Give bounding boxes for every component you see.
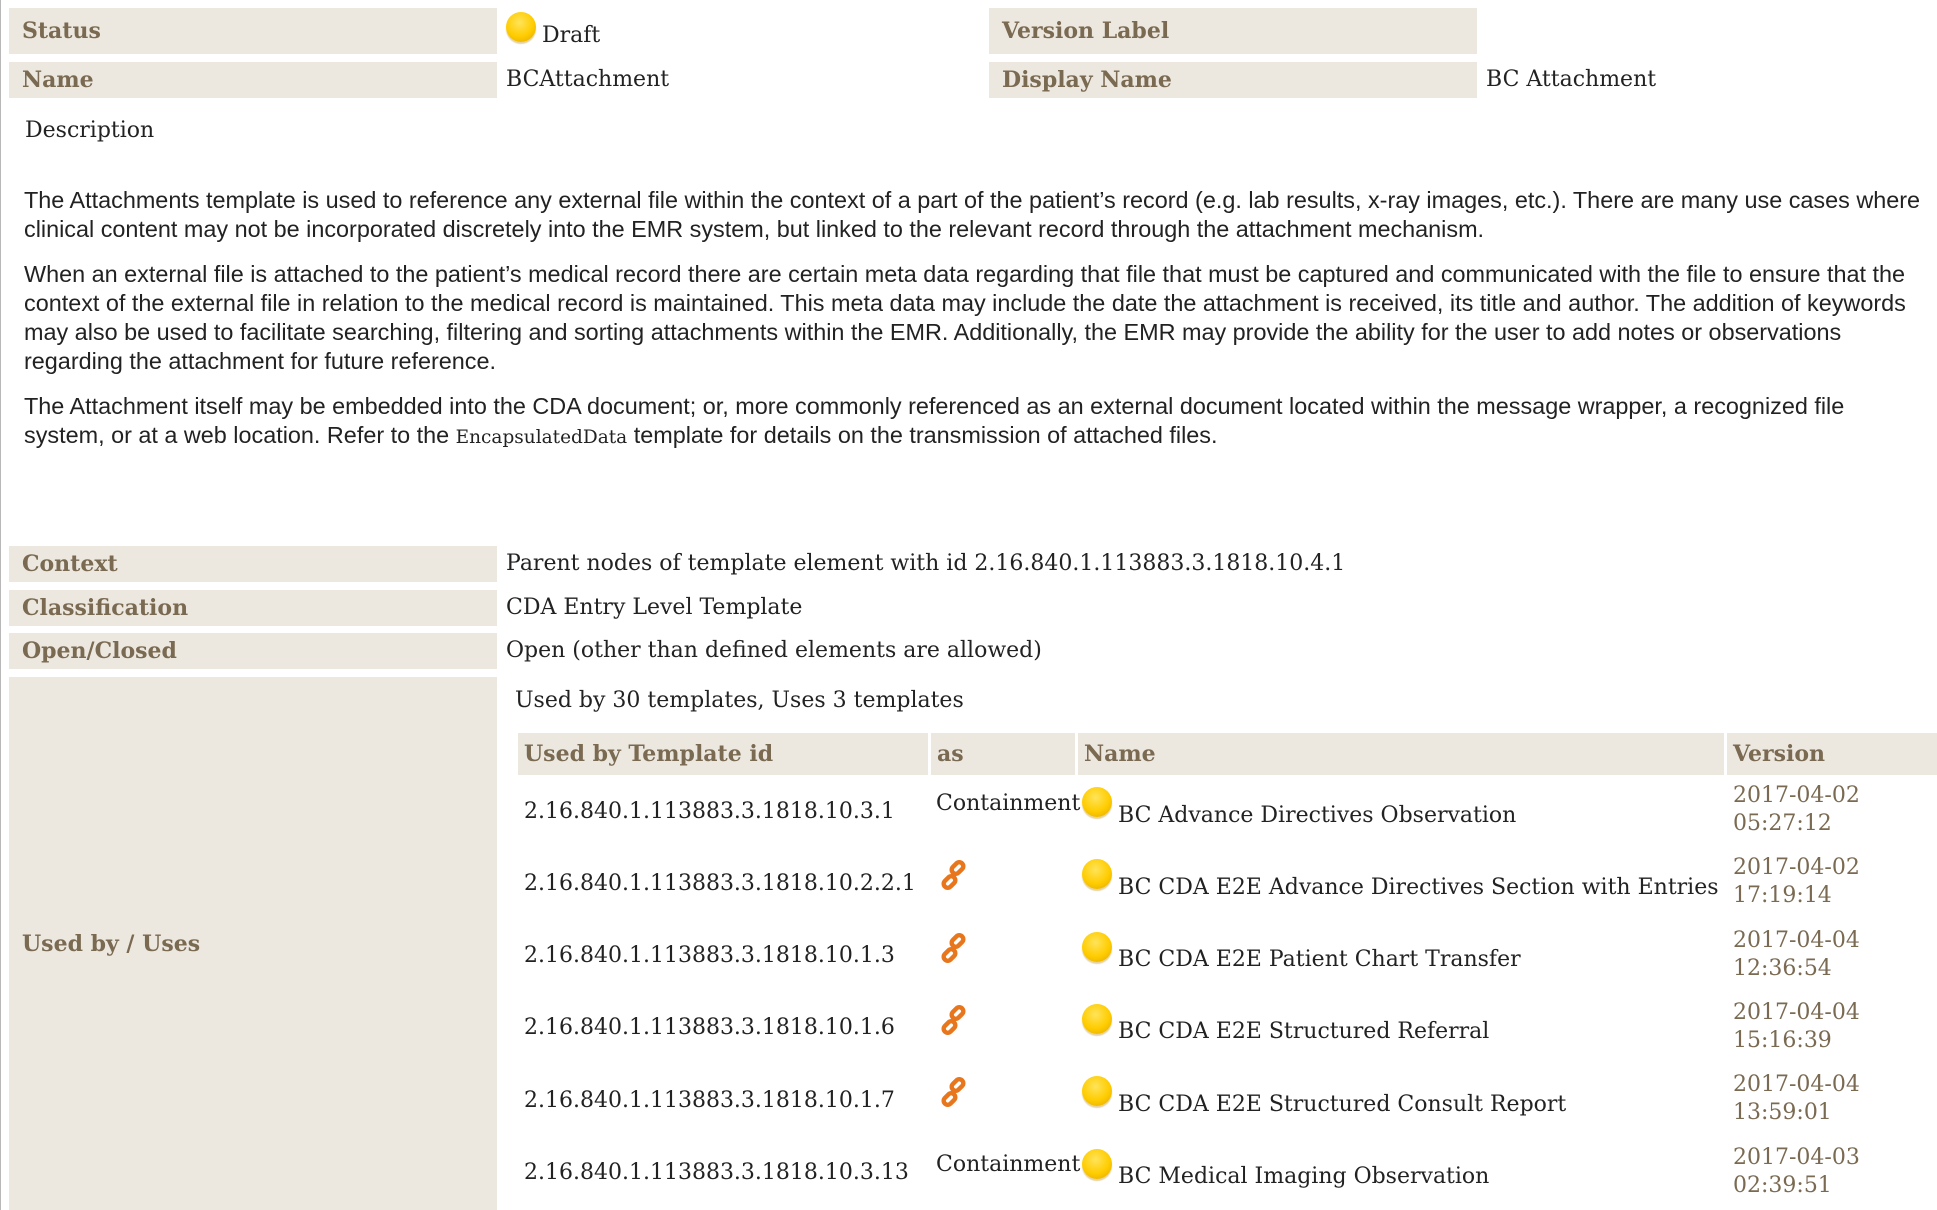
template-name[interactable]: BC CDA E2E Patient Chart Transfer bbox=[1118, 947, 1521, 972]
version-cell: 2017-04-02 05:27:12 bbox=[1733, 781, 1860, 839]
description-heading: Description bbox=[25, 118, 155, 143]
context-label: Context bbox=[9, 546, 497, 582]
link-icon[interactable] bbox=[936, 1071, 972, 1129]
display-name-label: Display Name bbox=[989, 62, 1477, 98]
version-date: 2017-04-04 bbox=[1733, 999, 1860, 1025]
version-date: 2017-04-04 bbox=[1733, 927, 1860, 953]
draft-status-dot-icon bbox=[1082, 931, 1112, 962]
template-id-cell[interactable]: 2.16.840.1.113883.3.1818.10.1.3 bbox=[524, 927, 895, 985]
open-closed-value: Open (other than defined elements are al… bbox=[506, 638, 1042, 663]
draft-status-dot-icon bbox=[1082, 1076, 1112, 1107]
template-id-cell[interactable]: 2.16.840.1.113883.3.1818.10.3.1 bbox=[524, 782, 895, 840]
version-date: 2017-04-02 bbox=[1733, 855, 1860, 881]
version-time: 17:19:14 bbox=[1733, 883, 1832, 909]
classification-label: Classification bbox=[9, 590, 497, 626]
draft-status-dot-icon bbox=[506, 12, 536, 42]
version-time: 05:27:12 bbox=[1733, 811, 1832, 836]
draft-status-dot-icon bbox=[1082, 787, 1112, 817]
relation-type: Containment bbox=[936, 790, 1081, 816]
link-icon[interactable] bbox=[936, 999, 972, 1057]
name-label: Name bbox=[9, 62, 497, 98]
left-border bbox=[0, 0, 1, 1210]
link-icon[interactable] bbox=[936, 927, 972, 985]
version-time: 15:16:39 bbox=[1733, 1027, 1832, 1053]
template-name[interactable]: BC CDA E2E Structured Referral bbox=[1118, 1019, 1489, 1044]
used-by-label: Used by / Uses bbox=[9, 677, 497, 1210]
version-time: 12:36:54 bbox=[1733, 955, 1832, 981]
display-name-value: BC Attachment bbox=[1486, 67, 1657, 92]
name-value: BCAttachment bbox=[506, 67, 670, 92]
template-name-cell[interactable]: BC CDA E2E Advance Directives Section wi… bbox=[1082, 854, 1719, 912]
open-closed-label: Open/Closed bbox=[9, 633, 497, 669]
version-date: 2017-04-02 bbox=[1733, 783, 1860, 808]
link-icon[interactable] bbox=[936, 854, 972, 912]
template-id-cell[interactable]: 2.16.840.1.113883.3.1818.10.1.7 bbox=[524, 1071, 895, 1129]
template-name[interactable]: BC CDA E2E Structured Consult Report bbox=[1118, 1092, 1566, 1117]
description-paragraph-3: The Attachment itself may be embedded in… bbox=[24, 392, 1929, 452]
description-p3-text-end: template for details on the transmission… bbox=[627, 422, 1218, 448]
version-cell: 2017-04-04 12:36:54 bbox=[1733, 926, 1860, 984]
description-body: The Attachments template is used to refe… bbox=[24, 186, 1929, 468]
draft-status-dot-icon bbox=[1082, 1148, 1112, 1179]
template-name-cell[interactable]: BC Medical Imaging Observation bbox=[1082, 1144, 1489, 1202]
template-id-cell[interactable]: 2.16.840.1.113883.3.1818.10.1.6 bbox=[524, 999, 895, 1057]
version-time: 13:59:01 bbox=[1733, 1100, 1832, 1126]
used-by-summary: Used by 30 templates, Uses 3 templates bbox=[515, 688, 964, 713]
template-id-cell[interactable]: 2.16.840.1.113883.3.1818.10.3.13 bbox=[524, 1144, 909, 1202]
version-cell: 2017-04-04 15:16:39 bbox=[1733, 998, 1860, 1056]
status-text: Draft bbox=[542, 23, 601, 48]
template-detail-page: Status Draft Version Label Name BCAttach… bbox=[0, 0, 1937, 1210]
template-id-cell[interactable]: 2.16.840.1.113883.3.1818.10.2.2.1 bbox=[524, 854, 916, 912]
version-date: 2017-04-03 bbox=[1733, 1144, 1860, 1170]
template-name-cell[interactable]: BC CDA E2E Patient Chart Transfer bbox=[1082, 927, 1521, 985]
description-paragraph-1: The Attachments template is used to refe… bbox=[24, 187, 1921, 242]
column-header-as: as bbox=[931, 733, 1075, 775]
column-header-template-id: Used by Template id bbox=[518, 733, 928, 775]
template-name-cell[interactable]: BC CDA E2E Structured Consult Report bbox=[1082, 1071, 1566, 1129]
column-header-name: Name bbox=[1078, 733, 1724, 775]
status-value: Draft bbox=[506, 8, 600, 54]
column-header-version: Version bbox=[1727, 733, 1937, 775]
draft-status-dot-icon bbox=[1082, 859, 1112, 890]
description-paragraph-2: When an external file is attached to the… bbox=[24, 261, 1906, 374]
template-name[interactable]: BC Advance Directives Observation bbox=[1118, 803, 1516, 828]
draft-status-dot-icon bbox=[1082, 1003, 1112, 1034]
version-time: 02:39:51 bbox=[1733, 1172, 1832, 1198]
context-value: Parent nodes of template element with id… bbox=[506, 551, 1346, 576]
status-label: Status bbox=[9, 8, 497, 54]
version-cell: 2017-04-02 17:19:14 bbox=[1733, 853, 1860, 911]
encapsulated-data-link[interactable]: EncapsulatedData bbox=[456, 427, 628, 448]
classification-value: CDA Entry Level Template bbox=[506, 595, 803, 620]
template-name[interactable]: BC Medical Imaging Observation bbox=[1118, 1164, 1489, 1189]
version-label-label: Version Label bbox=[989, 8, 1477, 54]
relation-type: Containment bbox=[936, 1152, 1081, 1177]
template-name-cell[interactable]: BC Advance Directives Observation bbox=[1082, 782, 1516, 840]
version-date: 2017-04-04 bbox=[1733, 1072, 1860, 1098]
template-name[interactable]: BC CDA E2E Advance Directives Section wi… bbox=[1118, 875, 1719, 900]
template-name-cell[interactable]: BC CDA E2E Structured Referral bbox=[1082, 999, 1489, 1057]
version-cell: 2017-04-04 13:59:01 bbox=[1733, 1070, 1860, 1128]
version-cell: 2017-04-03 02:39:51 bbox=[1733, 1143, 1860, 1201]
